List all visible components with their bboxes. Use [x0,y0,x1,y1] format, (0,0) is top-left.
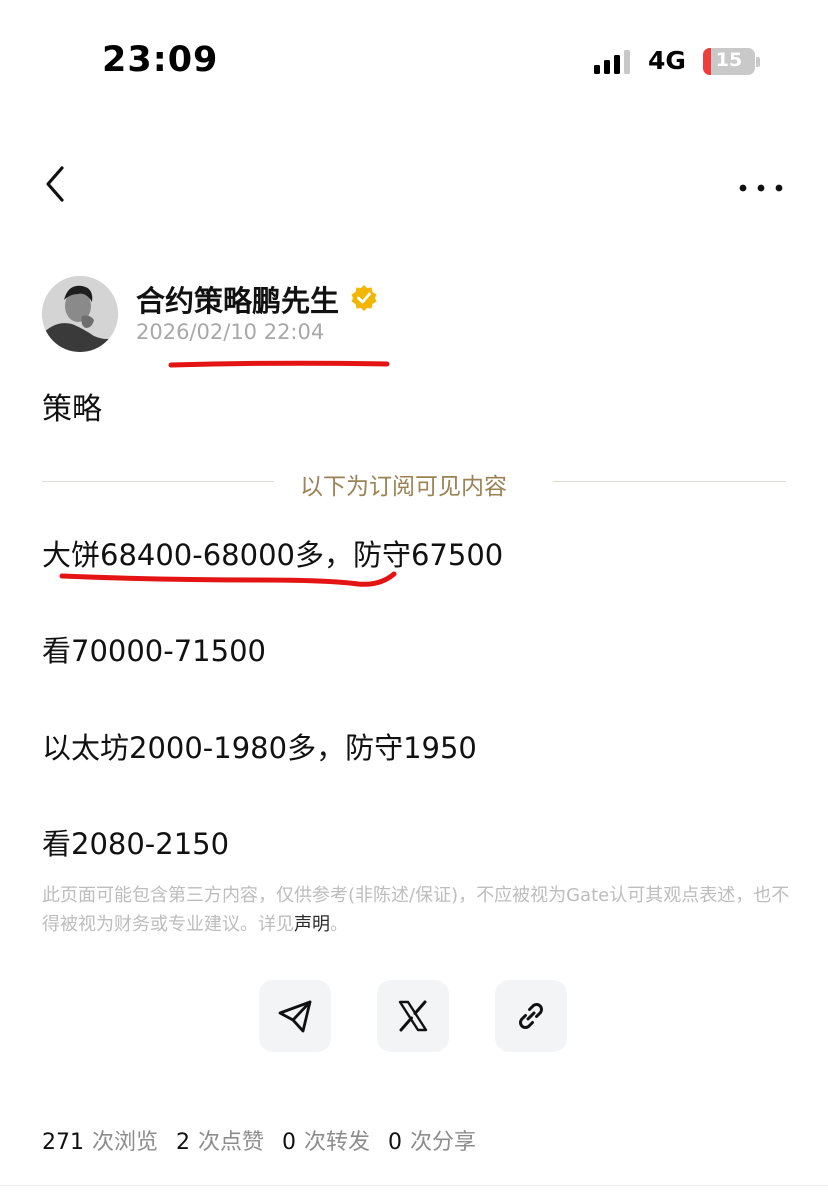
share-telegram-button[interactable] [259,980,331,1052]
network-type: 4G [648,46,686,75]
content-line: 以太坊2000-1980多，防守1950 [42,731,477,765]
x-icon [398,1000,428,1032]
subscriber-content-divider: 以下为订阅可见内容 [300,474,507,500]
author-name[interactable]: 合约策略鹏先生 [136,278,339,320]
bottom-divider [0,1185,828,1186]
reposts-label: 次转发 [304,1130,371,1155]
more-options-button[interactable] [738,178,784,192]
battery-percent: 15 [715,49,743,71]
battery-cap [756,57,760,67]
cellular-signal-icon [594,50,632,74]
disclaimer-link[interactable]: 声明 [294,914,330,935]
divider-line-left [42,481,274,482]
telegram-icon [278,1000,312,1033]
avatar-photo [42,276,118,352]
content-line: 看2080-2150 [42,827,230,861]
red-annotation-underline [168,360,390,368]
chevron-left-icon [46,166,64,202]
status-time: 23:09 [102,40,219,80]
views-count: 271 [42,1130,84,1155]
battery-icon: 15 [703,48,755,75]
link-icon [519,1003,543,1029]
back-button[interactable] [40,164,76,204]
likes-count: 2 [176,1130,191,1155]
ellipsis-horizontal-icon [739,184,783,192]
disclaimer-text: 此页面可能包含第三方内容，仅供参考(非陈述/保证)，不应被视为Gate认可其观点… [42,885,790,935]
likes-label: 次点赞 [198,1130,265,1155]
post-timestamp: 2026/02/10 22:04 [136,320,325,344]
copy-link-button[interactable] [495,980,567,1052]
avatar[interactable] [42,276,118,352]
content-line: 看70000-71500 [42,634,266,668]
post-stats: 271 次浏览 2 次点赞 0 次转发 0 次分享 [42,1124,494,1156]
disclaimer: 此页面可能包含第三方内容，仅供参考(非陈述/保证)，不应被视为Gate认可其观点… [42,881,790,939]
disclaimer-tail: 。 [330,914,348,935]
post-title: 策略 [42,392,102,427]
share-x-button[interactable] [377,980,449,1052]
shares-count: 0 [388,1130,403,1155]
red-annotation-underline [59,571,397,587]
verified-badge-icon [350,284,378,312]
divider-line-right [553,481,786,482]
views-label: 次浏览 [92,1130,159,1155]
shares-label: 次分享 [410,1130,477,1155]
reposts-count: 0 [282,1130,297,1155]
